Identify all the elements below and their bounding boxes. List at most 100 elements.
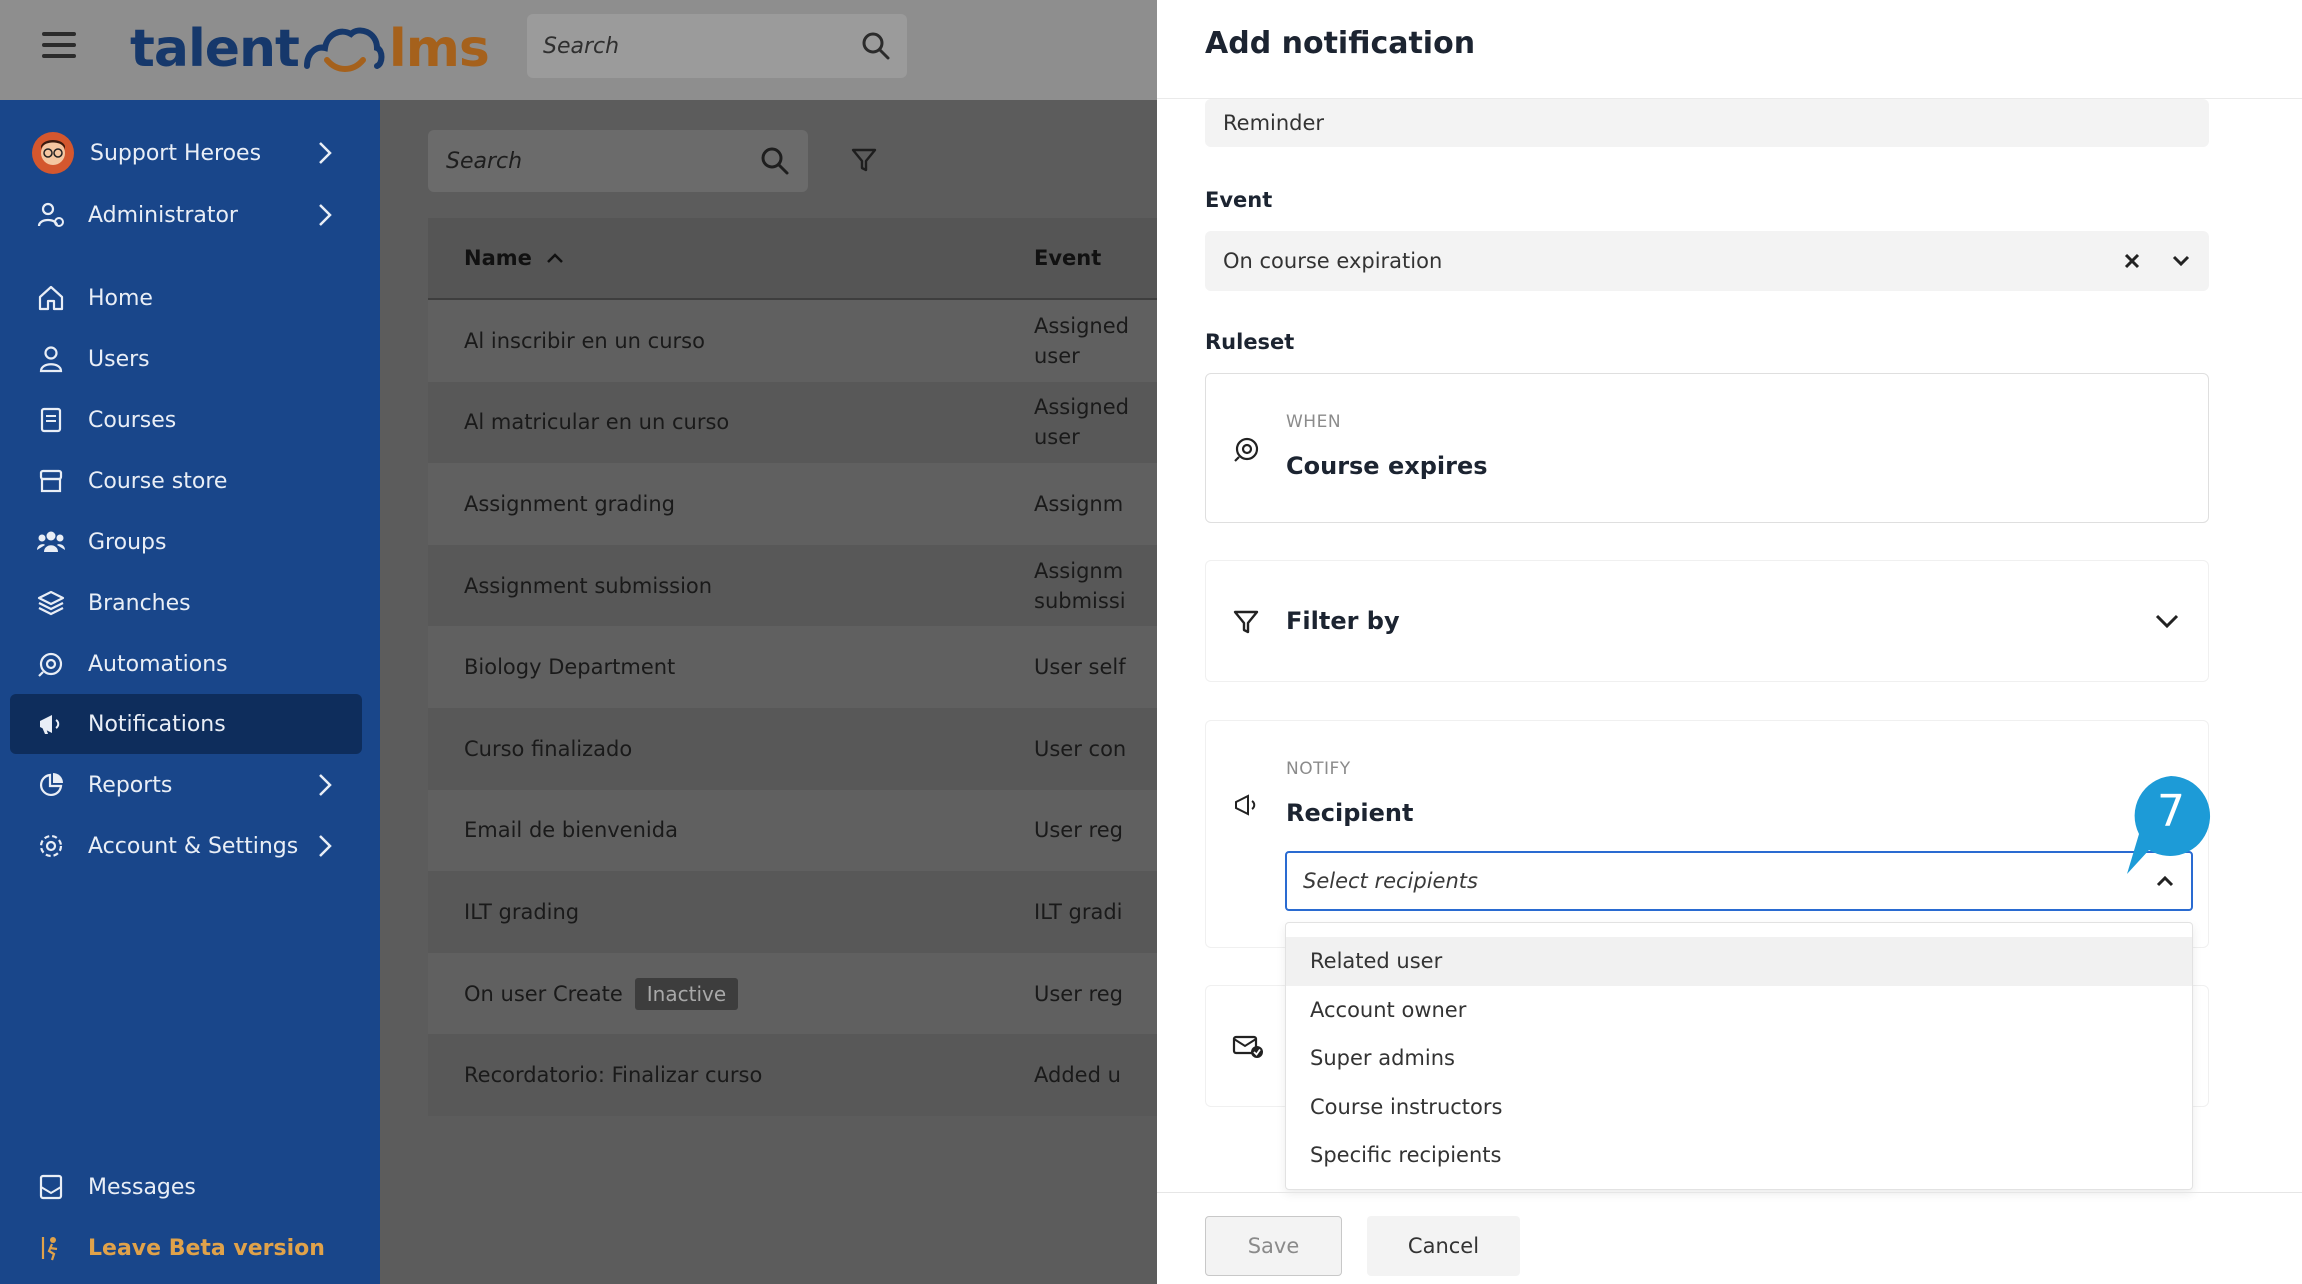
sidebar-item-course-store[interactable]: Course store <box>10 451 362 511</box>
chevron-right-icon <box>319 142 332 164</box>
sidebar-item-courses[interactable]: Courses <box>10 390 362 450</box>
column-header-event[interactable]: Event <box>1034 246 1157 270</box>
search-icon[interactable] <box>861 31 891 61</box>
global-search-input[interactable]: Search <box>527 14 907 78</box>
filter-by-section[interactable]: Filter by <box>1205 560 2209 682</box>
email-check-icon <box>1232 1035 1263 1058</box>
table-row[interactable]: Recordatorio: Finalizar curso Added u <box>428 1034 1157 1116</box>
book-icon <box>36 405 66 435</box>
table-row[interactable]: Al matricular en un curso Assigned user <box>428 381 1157 464</box>
top-bar: talent lms Search <box>0 0 1157 100</box>
recipients-placeholder: Select recipients <box>1303 869 1478 893</box>
cloud-logo-icon <box>303 27 385 72</box>
sidebar-item-label: Course store <box>88 468 228 494</box>
recipient-option-specific-recipients[interactable]: Specific recipients <box>1286 1131 2192 1180</box>
table-row[interactable]: Assignment grading Assignm <box>428 463 1157 545</box>
recipient-option-course-instructors[interactable]: Course instructors <box>1286 1083 2192 1132</box>
status-badge: Inactive <box>634 977 739 1010</box>
logo-text-right: lms <box>388 19 490 79</box>
row-event: User con <box>1034 736 1127 761</box>
leave-beta-link[interactable]: Leave Beta version <box>10 1218 362 1278</box>
notification-name-input[interactable]: Reminder <box>1205 99 2209 147</box>
table-row[interactable]: ILT grading ILT gradi <box>428 871 1157 953</box>
sidebar-item-users[interactable]: Users <box>10 329 362 389</box>
table-header: Name Event <box>428 218 1157 300</box>
sidebar-item-label: Users <box>88 346 150 372</box>
table-row[interactable]: Assignment submission Assignm submissi <box>428 544 1157 627</box>
event-select[interactable]: On course expiration <box>1205 231 2209 291</box>
global-search-placeholder: Search <box>543 33 620 59</box>
table-row[interactable]: Biology Department User self <box>428 626 1157 708</box>
sidebar-item-profile[interactable]: Support Heroes <box>10 123 362 183</box>
sidebar-item-notifications[interactable]: Notifications <box>10 694 362 754</box>
sidebar-item-label: Reports <box>88 772 173 798</box>
filter-by-label: Filter by <box>1286 607 1400 635</box>
filter-icon[interactable] <box>850 146 878 174</box>
sidebar-item-label: Messages <box>88 1174 196 1200</box>
layers-icon <box>36 588 66 618</box>
table-row[interactable]: Curso finalizado User con <box>428 707 1157 790</box>
notification-name-value: Reminder <box>1223 111 1325 135</box>
sidebar-item-home[interactable]: Home <box>10 268 362 328</box>
row-event: ILT gradi <box>1034 899 1123 924</box>
sidebar-item-administrator[interactable]: Administrator <box>10 185 362 245</box>
when-caption: WHEN <box>1286 412 1342 432</box>
row-name: Al matricular en un curso <box>464 410 730 435</box>
column-header-label: Name <box>464 246 532 270</box>
chevron-down-icon[interactable] <box>2154 613 2180 629</box>
cancel-button[interactable]: Cancel <box>1367 1216 1520 1276</box>
ruleset-when-card[interactable]: WHEN Course expires <box>1205 373 2209 523</box>
sidebar-item-account-settings[interactable]: Account & Settings <box>10 816 362 876</box>
table-row[interactable]: Al inscribir en un curso Assigned user <box>428 300 1157 382</box>
row-event: Assigned user <box>1034 395 1129 450</box>
chevron-down-icon[interactable] <box>2171 254 2191 268</box>
list-search-input[interactable]: Search <box>428 130 808 192</box>
recipient-option-super-admins[interactable]: Super admins <box>1286 1034 2192 1083</box>
event-selected-value: On course expiration <box>1223 249 1443 273</box>
table-row[interactable]: Email de bienvenida User reg <box>428 789 1157 872</box>
recipients-select[interactable]: Select recipients <box>1285 851 2193 911</box>
megaphone-icon <box>36 709 66 739</box>
row-name: Biology Department <box>464 655 676 680</box>
chevron-right-icon <box>319 774 332 796</box>
recipient-option-account-owner[interactable]: Account owner <box>1286 986 2192 1035</box>
step-number: 7 <box>2157 786 2185 837</box>
automation-icon <box>36 649 66 679</box>
filter-icon <box>1233 610 1259 634</box>
sidebar-item-branches[interactable]: Branches <box>10 573 362 633</box>
sidebar-item-label: Automations <box>88 651 228 677</box>
sidebar-item-automations[interactable]: Automations <box>10 634 362 694</box>
sidebar-item-label: Notifications <box>88 711 226 737</box>
sidebar-item-reports[interactable]: Reports <box>10 755 362 815</box>
hamburger-menu-icon[interactable] <box>42 32 76 58</box>
row-name: Assignment submission <box>464 573 713 598</box>
column-header-name[interactable]: Name <box>428 246 1034 270</box>
event-label: Event <box>1205 188 1273 212</box>
logo-text-left: talent <box>130 19 300 79</box>
recipient-option-related-user[interactable]: Related user <box>1286 937 2192 986</box>
save-button[interactable]: Save <box>1205 1216 1342 1276</box>
row-name: Curso finalizado <box>464 736 633 761</box>
group-icon <box>36 527 66 557</box>
clear-icon[interactable] <box>2123 252 2141 270</box>
sidebar-item-label: Groups <box>88 529 167 555</box>
sidebar-item-messages[interactable]: Messages <box>10 1157 362 1217</box>
row-event: Assignm <box>1034 491 1124 516</box>
row-name: Assignment grading <box>464 491 675 516</box>
automation-icon <box>1234 437 1259 462</box>
row-event: User reg <box>1034 818 1123 843</box>
sidebar-item-groups[interactable]: Groups <box>10 512 362 572</box>
table-body: Al inscribir en un curso Assigned user Al… <box>428 300 1157 1116</box>
when-value: Course expires <box>1286 452 1488 480</box>
row-name: On user Create <box>464 981 623 1006</box>
chevron-right-icon <box>319 835 332 857</box>
user-icon <box>36 344 66 374</box>
sidebar-item-label: Support Heroes <box>90 140 262 166</box>
table-row[interactable]: On user Create Inactive User reg <box>428 952 1157 1035</box>
search-icon[interactable] <box>760 146 790 176</box>
ruleset-label: Ruleset <box>1205 330 1295 354</box>
talentlms-logo[interactable]: talent lms <box>130 14 490 84</box>
sidebar-item-label: Account & Settings <box>88 833 299 859</box>
row-event: Assignm submissi <box>1034 558 1126 613</box>
row-event: User self <box>1034 655 1126 680</box>
